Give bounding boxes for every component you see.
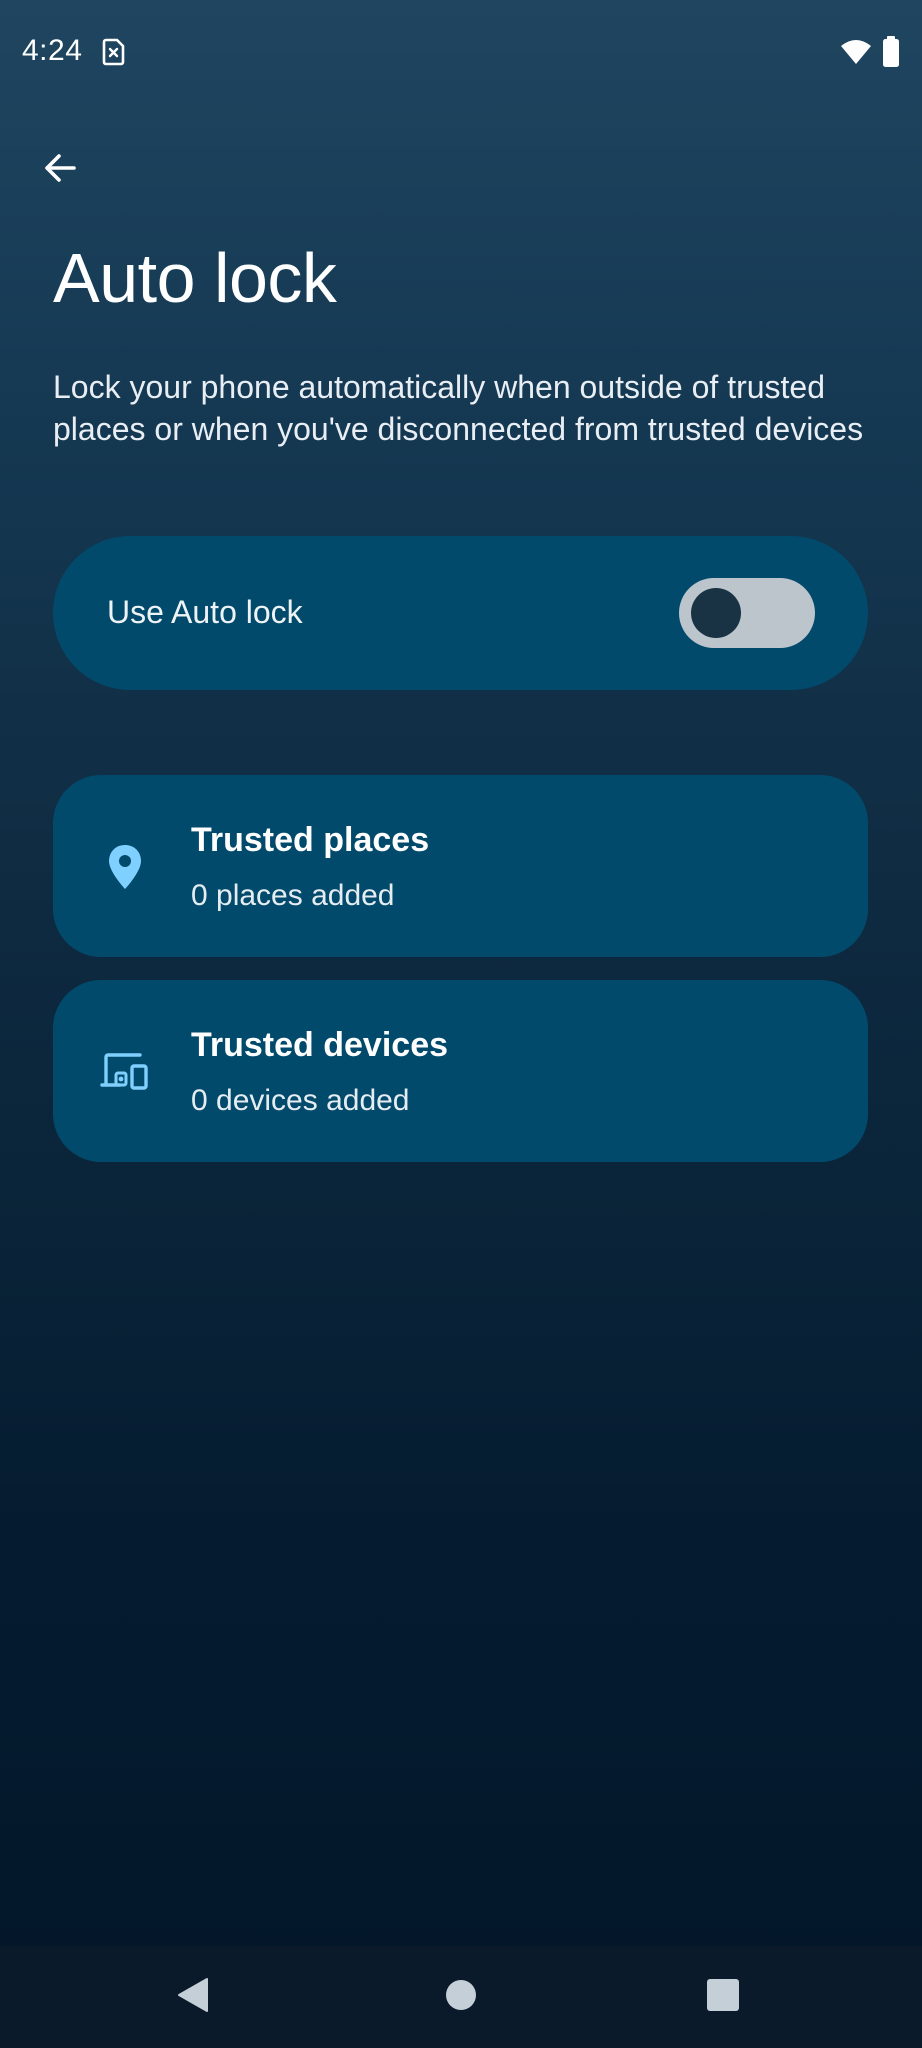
use-auto-lock-label: Use Auto lock [107, 594, 303, 630]
nav-back-icon [175, 1975, 211, 2020]
nav-back-button[interactable] [168, 1972, 218, 2022]
arrow-back-icon [40, 148, 80, 193]
page-description: Lock your phone automatically when outsi… [53, 369, 864, 447]
devices-icon [97, 1044, 153, 1100]
back-button[interactable] [30, 140, 90, 200]
trusted-devices-subtitle: 0 devices added [191, 1084, 410, 1117]
navigation-bar [0, 1946, 922, 2048]
nav-recents-icon [706, 1978, 740, 2017]
page-title: Auto lock [53, 239, 337, 317]
status-bar: 4:24 [0, 0, 922, 108]
trusted-devices-card[interactable]: Trusted devices 0 devices added [53, 980, 868, 1162]
wifi-icon [840, 38, 872, 66]
location-pin-icon [97, 839, 153, 895]
nav-home-icon [444, 1978, 478, 2017]
trusted-places-subtitle: 0 places added [191, 879, 395, 912]
nav-recents-button[interactable] [698, 1972, 748, 2022]
status-time: 4:24 [22, 34, 83, 67]
use-auto-lock-row[interactable]: Use Auto lock [53, 536, 868, 690]
trusted-places-card[interactable]: Trusted places 0 places added [53, 775, 868, 957]
toggle-thumb [691, 588, 741, 638]
trusted-devices-title: Trusted devices [191, 1026, 449, 1064]
battery-icon [882, 36, 900, 68]
use-auto-lock-toggle[interactable] [679, 578, 815, 648]
nav-home-button[interactable] [436, 1972, 486, 2022]
sim-card-icon [100, 38, 126, 66]
trusted-places-title: Trusted places [191, 821, 430, 859]
